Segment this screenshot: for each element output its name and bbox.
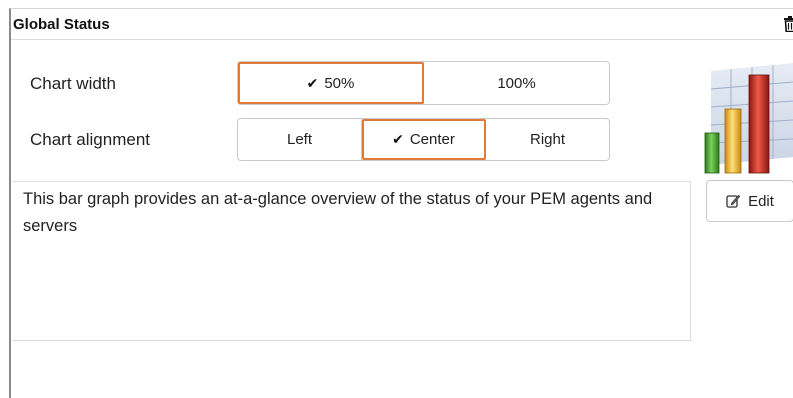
chart-alignment-option-label: Right [529, 131, 566, 148]
edit-button-label: Edit [748, 192, 774, 210]
chart-alignment-option-label: Center [409, 131, 455, 148]
chart-width-option-label: 50% [324, 74, 355, 92]
chart-width-option-50[interactable]: ✔ 50% [238, 62, 424, 104]
chart-width-label: Chart width [30, 74, 116, 93]
chart-alignment-toggle: Left ✔ Center Right [237, 118, 610, 161]
edit-icon [726, 194, 741, 208]
edit-button[interactable]: Edit [706, 180, 793, 222]
bar-chart-icon [704, 63, 793, 174]
chart-alignment-option-center[interactable]: ✔ Center [362, 119, 486, 160]
checkmark-icon: ✔ [392, 131, 404, 147]
panel-header: Global Status [11, 9, 793, 40]
chart-alignment-option-left[interactable]: Left [238, 119, 362, 160]
chart-width-option-label: 100% [497, 74, 536, 92]
trash-icon[interactable] [783, 16, 793, 32]
panel-title: Global Status [13, 16, 110, 33]
chart-width-option-100[interactable]: 100% [424, 62, 609, 104]
checkmark-icon: ✔ [306, 74, 319, 91]
chart-alignment-option-label: Left [286, 131, 313, 148]
chart-alignment-label: Chart alignment [30, 130, 151, 149]
chart-alignment-option-right[interactable]: Right [486, 119, 609, 160]
global-status-panel: Global Status Chart width ✔ 50% 100% Cha… [9, 8, 793, 398]
widget-description: This bar graph provides an at-a-glance o… [13, 181, 691, 341]
chart-width-toggle: ✔ 50% 100% [237, 61, 610, 105]
